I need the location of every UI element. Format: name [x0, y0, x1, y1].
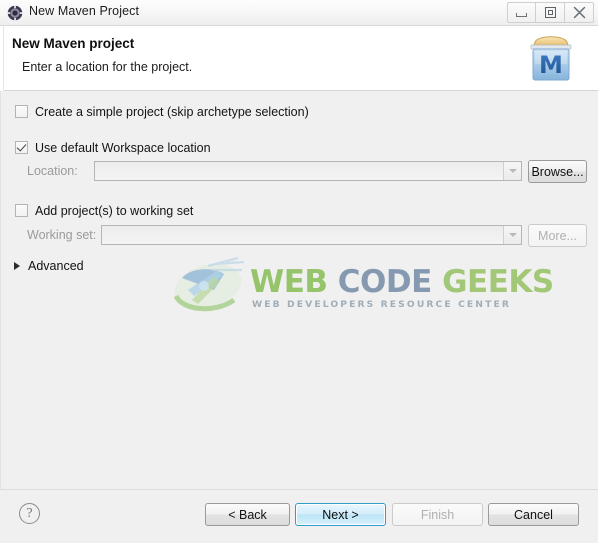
more-button[interactable]: More... [528, 224, 587, 247]
chevron-down-icon [508, 233, 517, 237]
working-set-dropdown-arrow[interactable] [504, 226, 521, 244]
working-set-input[interactable] [102, 226, 504, 244]
add-to-working-set-checkbox[interactable] [15, 204, 28, 217]
browse-button[interactable]: Browse... [528, 160, 587, 183]
chevron-right-icon [14, 262, 20, 270]
window-title: New Maven Project [29, 4, 140, 18]
location-input[interactable] [95, 162, 504, 180]
location-combo[interactable] [94, 161, 522, 181]
add-to-working-set-row[interactable]: Add project(s) to working set [15, 202, 193, 220]
next-button[interactable]: Next > [295, 503, 386, 526]
add-to-working-set-label: Add project(s) to working set [35, 204, 194, 218]
maven-app-icon [7, 5, 23, 21]
title-bar: New Maven Project [0, 0, 598, 26]
working-set-label: Working set: [27, 228, 97, 242]
maximize-button[interactable] [536, 2, 565, 23]
window-controls [507, 2, 594, 23]
close-icon [573, 6, 585, 19]
location-label: Location: [27, 164, 78, 178]
create-simple-project-row[interactable]: Create a simple project (skip archetype … [15, 103, 309, 121]
restore-icon [544, 7, 556, 18]
wizard-body: Create a simple project (skip archetype … [0, 91, 598, 489]
location-dropdown-arrow[interactable] [504, 162, 521, 180]
use-default-workspace-label: Use default Workspace location [35, 141, 211, 155]
new-maven-project-dialog: New Maven Project New Maven project Ente… [0, 0, 598, 543]
chevron-down-icon [508, 169, 517, 173]
advanced-label: Advanced [28, 259, 84, 273]
header-left-accent [0, 26, 4, 91]
help-button[interactable]: ? [19, 503, 40, 524]
create-simple-project-label: Create a simple project (skip archetype … [35, 105, 309, 119]
cancel-button[interactable]: Cancel [488, 503, 579, 526]
finish-button[interactable]: Finish [392, 503, 483, 526]
create-simple-project-checkbox[interactable] [15, 105, 28, 118]
svg-text:M: M [539, 51, 563, 79]
advanced-expander[interactable]: Advanced [14, 259, 84, 273]
use-default-workspace-checkbox[interactable] [15, 141, 28, 154]
working-set-combo[interactable] [101, 225, 522, 245]
minimize-button[interactable] [507, 2, 536, 23]
page-subtitle: Enter a location for the project. [22, 60, 193, 74]
minimize-icon [516, 13, 527, 17]
use-default-workspace-row[interactable]: Use default Workspace location [15, 139, 211, 157]
back-button[interactable]: < Back [205, 503, 290, 526]
page-title: New Maven project [12, 36, 135, 51]
maven-banner-icon: M [530, 36, 572, 81]
wizard-header: New Maven project Enter a location for t… [0, 26, 598, 91]
close-button[interactable] [565, 2, 594, 23]
